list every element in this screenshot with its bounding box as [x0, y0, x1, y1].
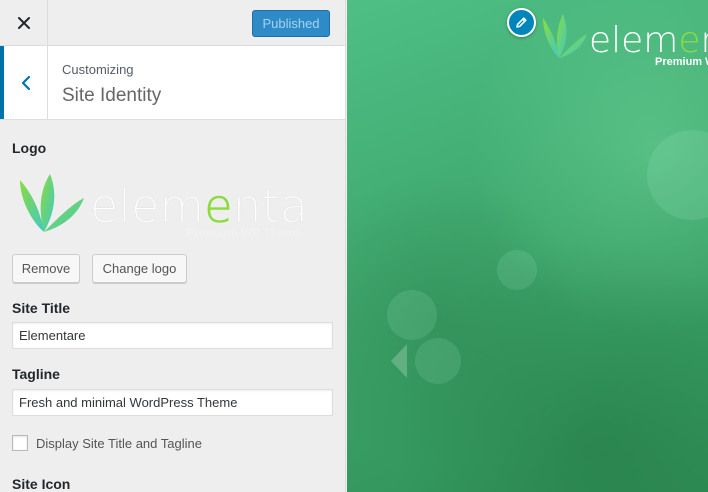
customizer-sidebar: Published Customizing Site Identity Logo…	[0, 0, 346, 492]
site-title-input[interactable]	[12, 322, 333, 349]
site-title-label: Site Title	[12, 300, 71, 316]
slider-prev-arrow[interactable]	[387, 342, 409, 380]
change-logo-button[interactable]: Change logo	[92, 254, 187, 283]
back-button[interactable]	[0, 46, 48, 119]
tagline-input[interactable]	[12, 389, 333, 416]
close-icon	[17, 16, 30, 29]
display-title-label[interactable]: Display Site Title and Tagline	[36, 436, 202, 451]
preview-logo-tagline: Premium WP Theme	[655, 56, 708, 68]
site-icon-label: Site Icon	[12, 476, 71, 492]
chevron-left-icon	[21, 75, 30, 90]
close-customizer-button[interactable]	[0, 0, 48, 45]
preview-logo-wordmark: elementare	[589, 20, 708, 61]
elementare-logo: elementare Premium WP Theme	[20, 174, 345, 240]
remove-logo-button[interactable]: Remove	[12, 254, 80, 283]
logo-preview: elementare Premium WP Theme	[14, 170, 345, 240]
chevron-left-icon	[391, 344, 407, 378]
publish-button[interactable]: Published	[252, 10, 330, 37]
preview-site-logo[interactable]: elementare Premium WP Theme	[539, 8, 708, 68]
logo-tagline: Premium WP Theme	[186, 226, 302, 240]
edit-logo-shortcut[interactable]	[507, 8, 536, 37]
customizer-header: Published	[0, 0, 345, 46]
section-title: Site Identity	[62, 85, 162, 106]
display-title-checkbox[interactable]	[12, 435, 28, 451]
customizing-label: Customizing	[62, 62, 134, 77]
bokeh-light	[497, 250, 537, 290]
site-preview[interactable]: elementare Premium WP Theme	[347, 0, 708, 492]
pencil-icon	[516, 17, 527, 28]
bokeh-light	[647, 130, 708, 220]
logo-label: Logo	[12, 140, 47, 156]
bokeh-light	[387, 290, 437, 340]
tagline-label: Tagline	[12, 366, 60, 382]
section-header: Customizing Site Identity	[0, 46, 345, 120]
logo-wordmark: elementare	[90, 179, 306, 233]
bokeh-light	[415, 338, 461, 384]
